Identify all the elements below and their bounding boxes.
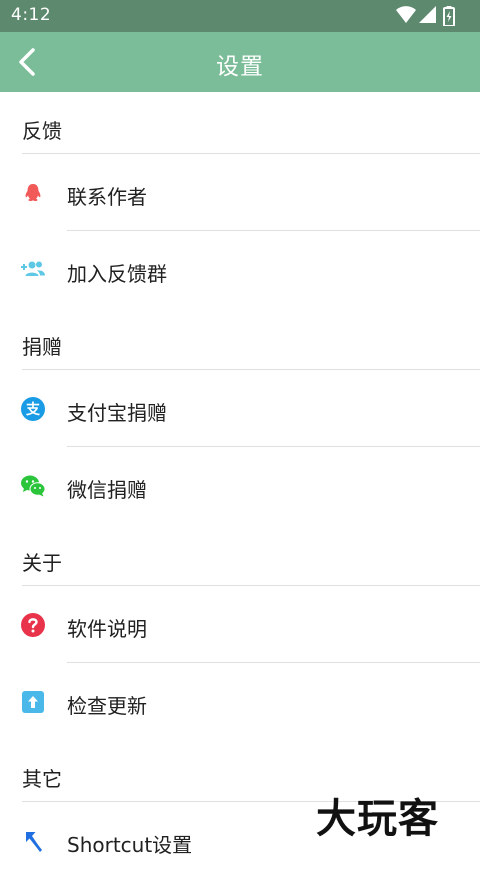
- section-header-label: 反馈: [22, 119, 62, 143]
- toolbar: 设置: [0, 32, 480, 92]
- shortcut-arrow-icon: [26, 832, 42, 852]
- list-item-join-feedback-group[interactable]: 加入反馈群: [0, 231, 480, 308]
- status-bar: 4:12: [0, 0, 480, 32]
- section-header-label: 捐赠: [22, 335, 62, 359]
- list-item-label: 微信捐赠: [67, 478, 147, 502]
- list-item-check-update[interactable]: 检查更新: [0, 663, 480, 740]
- list-item-label: 检查更新: [67, 694, 147, 718]
- status-time: 4:12: [11, 5, 52, 25]
- list-item-label: 联系作者: [67, 185, 147, 209]
- list-item-software-info[interactable]: 软件说明: [0, 586, 480, 663]
- add-group-icon: [21, 261, 45, 276]
- wechat-icon: [21, 475, 46, 497]
- page-title: 设置: [216, 54, 264, 80]
- list-item-label: 软件说明: [67, 617, 147, 641]
- update-icon: [22, 691, 44, 713]
- list-item-label: 加入反馈群: [67, 262, 167, 286]
- section-header-feedback: 反馈: [0, 92, 480, 154]
- list-item-contact-author[interactable]: 联系作者: [0, 154, 480, 231]
- list-item-wechat-donate[interactable]: 微信捐赠: [0, 447, 480, 524]
- settings-list: 反馈 联系作者 加入反馈群 捐赠 支 支付宝捐赠 微信捐赠 关于 软件说明 检查…: [0, 92, 480, 879]
- list-item-alipay-donate[interactable]: 支 支付宝捐赠: [0, 370, 480, 447]
- svg-text:支: 支: [25, 401, 41, 418]
- section-header-label: 关于: [22, 551, 62, 575]
- watermark-logo: 大玩客: [316, 795, 439, 842]
- section-header-donate: 捐赠: [0, 308, 480, 370]
- help-icon: [21, 613, 45, 637]
- cell-signal-icon: [419, 6, 436, 23]
- section-header-about: 关于: [0, 524, 480, 586]
- section-header-label: 其它: [22, 767, 62, 791]
- battery-icon: [443, 6, 455, 26]
- alipay-icon: 支: [21, 397, 45, 421]
- list-item-label: 支付宝捐赠: [67, 401, 167, 425]
- qq-penguin-icon: [25, 184, 41, 202]
- wifi-icon: [396, 6, 416, 23]
